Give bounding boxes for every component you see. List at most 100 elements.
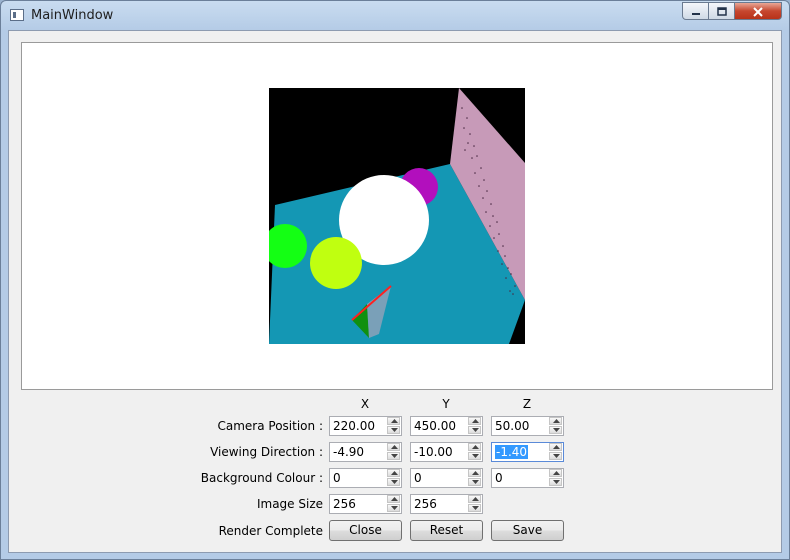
- arrow-up-icon: [553, 445, 560, 449]
- spin-up-button[interactable]: [468, 443, 481, 451]
- arrow-down-icon: [472, 428, 479, 432]
- arrow-down-icon: [472, 506, 479, 510]
- minimize-icon: [691, 13, 700, 15]
- viewing-direction-label: Viewing Direction :: [210, 445, 323, 459]
- minimize-button[interactable]: [682, 2, 709, 20]
- spin-down-button[interactable]: [468, 504, 481, 512]
- render-status-text: Render Complete: [218, 524, 323, 538]
- spin-arrows[interactable]: [467, 495, 482, 513]
- save-button[interactable]: Save: [491, 520, 564, 541]
- window-title: MainWindow: [31, 8, 114, 23]
- arrow-down-icon: [391, 506, 398, 510]
- spin-down-button[interactable]: [387, 452, 400, 460]
- lime-sphere: [310, 237, 362, 289]
- arrow-up-icon: [472, 445, 479, 449]
- arrow-up-icon: [472, 497, 479, 501]
- spin-up-button[interactable]: [387, 443, 400, 451]
- spin-down-button[interactable]: [468, 452, 481, 460]
- arrow-down-icon: [472, 454, 479, 458]
- spin-up-button[interactable]: [468, 469, 481, 477]
- viewing-direction-y-input[interactable]: [411, 443, 470, 461]
- axis-header-x: X: [360, 397, 370, 411]
- camera-position-x-spinbox[interactable]: [329, 416, 402, 436]
- spin-arrows[interactable]: [548, 469, 563, 487]
- arrow-down-icon: [391, 454, 398, 458]
- arrow-up-icon: [553, 419, 560, 423]
- viewing-direction-z-spinbox[interactable]: -1.40: [491, 442, 564, 462]
- camera-position-z-spinbox[interactable]: [491, 416, 564, 436]
- spin-up-button[interactable]: [549, 417, 562, 425]
- spin-arrows[interactable]: [386, 469, 401, 487]
- spin-arrows[interactable]: [386, 495, 401, 513]
- app-window-icon: [10, 9, 24, 21]
- arrow-up-icon: [391, 497, 398, 501]
- title-bar[interactable]: MainWindow: [1, 1, 789, 30]
- spin-down-button[interactable]: [387, 478, 400, 486]
- spin-arrows[interactable]: [386, 443, 401, 461]
- viewing-direction-z-selected-text[interactable]: -1.40: [495, 445, 529, 459]
- spin-arrows[interactable]: [386, 417, 401, 435]
- spin-down-button[interactable]: [549, 478, 562, 486]
- camera-position-y-spinbox[interactable]: [410, 416, 483, 436]
- background-colour-g-spinbox[interactable]: [410, 468, 483, 488]
- arrow-down-icon: [553, 480, 560, 484]
- camera-position-z-input[interactable]: [492, 417, 551, 435]
- arrow-up-icon: [472, 419, 479, 423]
- camera-position-label: Camera Position :: [217, 419, 324, 433]
- render-view: [21, 42, 773, 390]
- arrow-down-icon: [553, 428, 560, 432]
- spin-arrows[interactable]: [548, 443, 563, 461]
- camera-position-x-input[interactable]: [330, 417, 389, 435]
- spin-down-button[interactable]: [468, 478, 481, 486]
- spin-down-button[interactable]: [549, 452, 562, 460]
- arrow-up-icon: [391, 471, 398, 475]
- camera-position-y-input[interactable]: [411, 417, 470, 435]
- spin-arrows[interactable]: [548, 417, 563, 435]
- close-window-button[interactable]: [734, 2, 782, 20]
- close-icon: [753, 7, 763, 17]
- arrow-down-icon: [472, 480, 479, 484]
- background-colour-r-spinbox[interactable]: [329, 468, 402, 488]
- arrow-down-icon: [391, 428, 398, 432]
- spin-up-button[interactable]: [387, 495, 400, 503]
- spin-up-button[interactable]: [549, 443, 562, 451]
- arrow-up-icon: [553, 471, 560, 475]
- spin-arrows[interactable]: [467, 443, 482, 461]
- viewing-direction-x-input[interactable]: [330, 443, 389, 461]
- arrow-down-icon: [553, 454, 560, 458]
- spin-arrows[interactable]: [467, 417, 482, 435]
- maximize-icon: [716, 7, 727, 16]
- background-colour-r-input[interactable]: [330, 469, 389, 487]
- spin-up-button[interactable]: [468, 417, 481, 425]
- spin-arrows[interactable]: [467, 469, 482, 487]
- image-size-height-input[interactable]: [411, 495, 470, 513]
- spin-down-button[interactable]: [468, 426, 481, 434]
- arrow-up-icon: [391, 445, 398, 449]
- spin-down-button[interactable]: [549, 426, 562, 434]
- image-size-label: Image Size: [256, 497, 323, 511]
- background-colour-b-spinbox[interactable]: [491, 468, 564, 488]
- main-panel: X Y Z Camera Position : V: [8, 30, 782, 553]
- rendered-scene-image: [269, 88, 525, 344]
- spin-up-button[interactable]: [549, 469, 562, 477]
- spin-down-button[interactable]: [387, 504, 400, 512]
- arrow-up-icon: [391, 419, 398, 423]
- spin-up-button[interactable]: [387, 469, 400, 477]
- background-colour-g-input[interactable]: [411, 469, 470, 487]
- spin-up-button[interactable]: [468, 495, 481, 503]
- viewing-direction-y-spinbox[interactable]: [410, 442, 483, 462]
- arrow-down-icon: [391, 480, 398, 484]
- background-colour-b-input[interactable]: [492, 469, 551, 487]
- image-size-width-spinbox[interactable]: [329, 494, 402, 514]
- axis-header-z: Z: [522, 397, 532, 411]
- reset-button[interactable]: Reset: [410, 520, 483, 541]
- spin-down-button[interactable]: [387, 426, 400, 434]
- axis-header-y: Y: [442, 397, 450, 411]
- image-size-width-input[interactable]: [330, 495, 389, 513]
- viewing-direction-x-spinbox[interactable]: [329, 442, 402, 462]
- arrow-up-icon: [472, 471, 479, 475]
- spin-up-button[interactable]: [387, 417, 400, 425]
- image-size-height-spinbox[interactable]: [410, 494, 483, 514]
- close-button[interactable]: Close: [329, 520, 402, 541]
- maximize-button[interactable]: [708, 2, 735, 20]
